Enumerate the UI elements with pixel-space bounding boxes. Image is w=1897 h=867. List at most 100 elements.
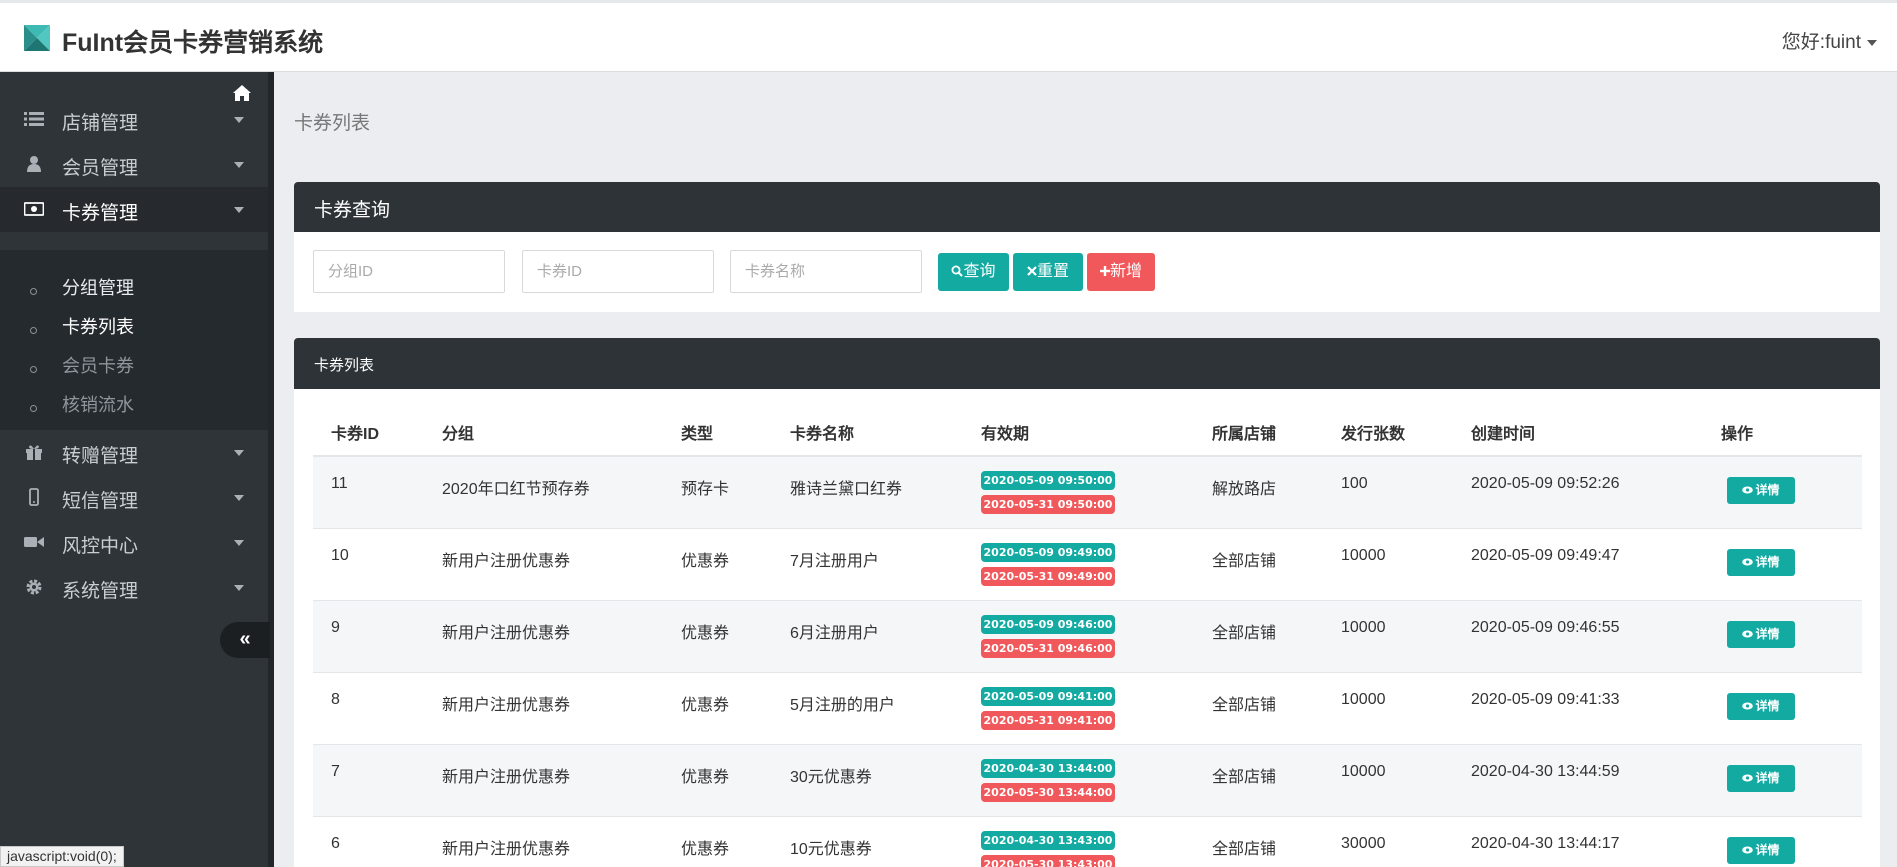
cell-group: 新用户注册优惠券: [442, 553, 571, 570]
cell-created: 2020-05-09 09:52:26: [1471, 475, 1620, 492]
cell-created: 2020-05-09 09:41:33: [1471, 691, 1620, 708]
table-row: 10 新用户注册优惠券 优惠券 7月注册用户 2020-05-09 09:49:…: [313, 529, 1862, 601]
cell-store: 全部店铺: [1212, 625, 1277, 642]
submenu-item-label: 卡券列表: [62, 317, 134, 337]
valid-start-badge: 2020-05-09 09:41:00: [981, 687, 1115, 706]
cell-created: 2020-04-30 13:44:59: [1471, 763, 1620, 780]
cell-id: 10: [331, 547, 349, 564]
top-header: FuInt会员卡券营销系统 您好:fuint: [0, 0, 1897, 72]
caret-down-icon: [234, 585, 244, 591]
caret-down-icon: [234, 450, 244, 456]
sidebar-item-store[interactable]: 店铺管理: [0, 97, 268, 142]
sidebar-item-system[interactable]: 系统管理: [0, 565, 268, 610]
cell-type: 预存卡: [681, 481, 730, 498]
submenu-item-member-coupon[interactable]: 会员卡券: [0, 344, 268, 382]
valid-start-badge: 2020-05-09 09:46:00: [981, 615, 1115, 634]
gift-icon: [26, 445, 42, 460]
detail-button-label: 详情: [1755, 843, 1780, 857]
user-menu[interactable]: 您好:fuint: [1782, 27, 1877, 54]
cell-type: 优惠券: [681, 625, 730, 642]
group-id-input[interactable]: [313, 250, 505, 293]
list-panel-title: 卡券列表: [314, 357, 375, 374]
detail-button[interactable]: 详情: [1727, 621, 1795, 648]
cell-name: 30元优惠券: [790, 769, 872, 786]
sidebar-collapse-button[interactable]: «: [220, 622, 270, 658]
caret-down-icon: [234, 495, 244, 501]
submenu-item-label: 会员卡券: [62, 356, 134, 376]
add-button[interactable]: 新增: [1087, 253, 1155, 291]
valid-start-badge: 2020-05-09 09:49:00: [981, 543, 1115, 562]
table-row: 11 2020年口红节预存券 预存卡 雅诗兰黛口红券 2020-05-09 09…: [313, 457, 1862, 529]
table-row: 9 新用户注册优惠券 优惠券 6月注册用户 2020-05-09 09:46:0…: [313, 601, 1862, 673]
cell-name: 6月注册用户: [790, 625, 879, 642]
detail-button[interactable]: 详情: [1727, 549, 1795, 576]
sidebar-edge: [268, 72, 274, 867]
plus-icon: [1099, 266, 1110, 276]
sidebar-item-risk[interactable]: 风控中心: [0, 520, 268, 565]
cell-id: 7: [331, 763, 340, 780]
eye-icon: [1742, 486, 1754, 494]
valid-start-badge: 2020-04-30 13:44:00: [981, 759, 1115, 778]
cell-store: 全部店铺: [1212, 697, 1277, 714]
table-row: 8 新用户注册优惠券 优惠券 5月注册的用户 2020-05-09 09:41:…: [313, 673, 1862, 745]
cell-name: 5月注册的用户: [790, 697, 895, 714]
cell-type: 优惠券: [681, 841, 730, 858]
sidebar-item-sms[interactable]: 短信管理: [0, 475, 268, 520]
cell-id: 6: [331, 835, 340, 852]
cell-group: 新用户注册优惠券: [442, 841, 571, 858]
table-row: 7 新用户注册优惠券 优惠券 30元优惠券 2020-04-30 13:44:0…: [313, 745, 1862, 817]
detail-button[interactable]: 详情: [1727, 837, 1795, 864]
sidebar-item-coupon[interactable]: 卡券管理: [0, 187, 268, 232]
money-icon: [24, 202, 44, 216]
sidebar-item-label: 短信管理: [62, 491, 139, 512]
submenu-item-verify-log[interactable]: 核销流水: [0, 383, 268, 421]
valid-start-badge: 2020-04-30 13:43:00: [981, 831, 1115, 850]
cell-name: 10元优惠券: [790, 841, 872, 858]
column-header: 发行张数: [1341, 426, 1406, 443]
coupon-name-input[interactable]: [730, 250, 922, 293]
valid-end-badge: 2020-05-31 09:49:00: [981, 567, 1115, 586]
logo-icon: [24, 25, 50, 51]
cell-group: 新用户注册优惠券: [442, 697, 571, 714]
circle-icon: [30, 327, 37, 334]
sidebar-item-label: 风控中心: [62, 536, 139, 557]
search-icon: [951, 265, 964, 277]
eye-icon: [1742, 702, 1754, 710]
sidebar-item-transfer[interactable]: 转赠管理: [0, 430, 268, 475]
column-header: 创建时间: [1471, 426, 1536, 443]
detail-button-label: 详情: [1755, 699, 1780, 713]
detail-button-label: 详情: [1755, 771, 1780, 785]
search-button-label: 查询: [963, 263, 996, 280]
valid-end-badge: 2020-05-30 13:43:00: [981, 855, 1115, 867]
caret-down-icon: [1867, 39, 1877, 46]
submenu-item-coupon-list[interactable]: 卡券列表: [0, 305, 268, 343]
submenu-item-group[interactable]: 分组管理: [0, 266, 268, 304]
cell-id: 9: [331, 619, 340, 636]
reset-button-label: 重置: [1036, 263, 1069, 280]
eye-icon: [1742, 630, 1754, 638]
caret-down-icon: [234, 117, 244, 123]
app-title: FuInt会员卡券营销系统: [62, 29, 324, 57]
detail-button[interactable]: 详情: [1727, 765, 1795, 792]
sidebar-item-label: 店铺管理: [62, 113, 139, 134]
coupon-id-input[interactable]: [522, 250, 714, 293]
search-button[interactable]: 查询: [938, 253, 1009, 291]
user-greeting: 您好:fuint: [1781, 32, 1861, 53]
gear-icon: [26, 579, 42, 595]
submenu-item-label: 分组管理: [62, 278, 134, 298]
submenu-item-label: 核销流水: [62, 395, 134, 415]
reset-button[interactable]: 重置: [1013, 253, 1083, 291]
cell-id: 11: [331, 475, 348, 492]
list-panel-header: 卡券列表: [294, 338, 1880, 389]
valid-end-badge: 2020-05-31 09:46:00: [981, 639, 1115, 658]
detail-button[interactable]: 详情: [1727, 693, 1795, 720]
cell-store: 全部店铺: [1212, 841, 1277, 858]
valid-start-badge: 2020-05-09 09:50:00: [981, 471, 1115, 490]
sidebar: 店铺管理 会员管理 卡券管理 分组管理 卡券列表 会员卡券 核销流水 转赠管理 …: [0, 72, 274, 867]
cell-group: 2020年口红节预存券: [442, 481, 590, 498]
eye-icon: [1742, 774, 1754, 782]
sidebar-item-member[interactable]: 会员管理: [0, 142, 268, 187]
cell-created: 2020-05-09 09:46:55: [1471, 619, 1620, 636]
detail-button[interactable]: 详情: [1727, 477, 1795, 504]
cell-id: 8: [331, 691, 340, 708]
